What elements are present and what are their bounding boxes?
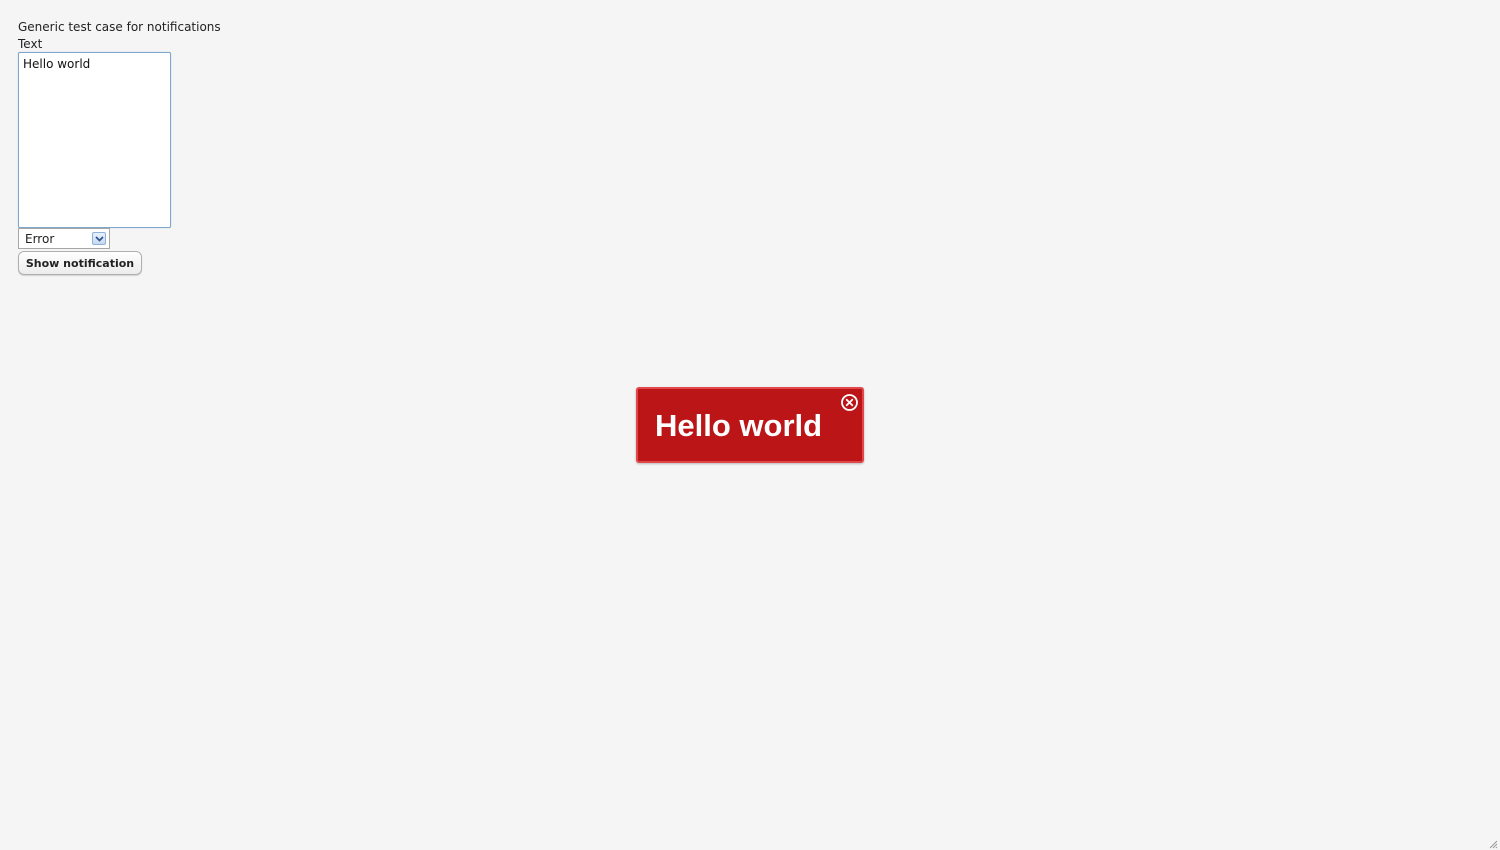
notification-message: Hello world [655, 408, 823, 443]
notification-type-selected-value: Error [25, 232, 55, 246]
resize-grip-icon [1488, 838, 1498, 849]
page-title: Generic test case for notifications [18, 20, 221, 34]
chevron-down-icon[interactable] [92, 232, 106, 245]
notification-type-select[interactable]: Error [18, 228, 110, 249]
show-notification-button[interactable]: Show notification [18, 251, 142, 275]
error-notification[interactable]: Hello world [636, 387, 864, 463]
close-circle-icon[interactable] [840, 393, 859, 412]
text-input[interactable]: Hello world [19, 53, 170, 227]
text-input-wrapper: Hello world [18, 52, 171, 228]
text-field-label: Text [18, 37, 43, 51]
